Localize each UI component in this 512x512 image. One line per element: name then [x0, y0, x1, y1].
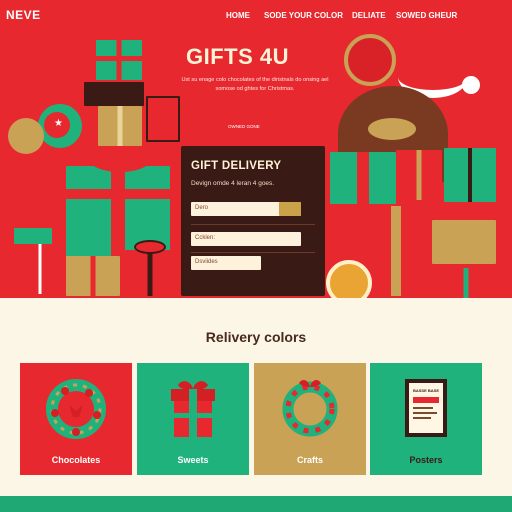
nav-sowed-gheur[interactable]: SOWED GHEUR	[396, 11, 457, 20]
gift-box-icon	[66, 256, 120, 296]
gift-box-icon	[14, 228, 52, 244]
gift-box-icon	[330, 152, 396, 204]
tile-posters[interactable]: BASSE BASE Posters	[370, 363, 482, 475]
bow-icon	[134, 240, 166, 254]
divider	[191, 252, 315, 253]
tile-crafts[interactable]: Crafts	[254, 363, 366, 475]
footer-bar	[0, 496, 512, 512]
tile-label: Sweets	[177, 455, 209, 465]
gift-box-icon	[122, 250, 178, 296]
gift-box-icon	[171, 381, 215, 437]
field-button[interactable]	[279, 202, 301, 216]
hero-tagline: OWNED GONE	[228, 124, 260, 129]
divider	[191, 224, 315, 225]
form-field-ccklen[interactable]: Ccklen:	[191, 232, 301, 246]
gift-box-icon	[432, 220, 496, 264]
nav-deliate[interactable]: DELIATE	[352, 11, 386, 20]
orange-slice-icon	[326, 260, 372, 298]
hero-subtitle: Ust su enage colo chocolates of the diri…	[181, 77, 329, 92]
gift-box-icon	[444, 148, 496, 202]
gift-box-icon	[440, 268, 492, 298]
gift-box-icon	[396, 150, 442, 200]
field-label: Dero	[195, 205, 209, 211]
bow-icon	[368, 118, 416, 140]
gift-box-icon	[14, 240, 66, 294]
nav-home[interactable]: HOME	[226, 11, 250, 20]
ornament-icon	[8, 118, 44, 154]
gift-box-icon	[146, 96, 180, 142]
hero-title: GIFTS 4U	[186, 44, 290, 69]
bow-icon	[104, 30, 120, 40]
poster-heading: BASSE BASE	[412, 388, 439, 393]
brand-logo[interactable]: NEVE	[6, 8, 41, 22]
tile-label: Chocolates	[51, 455, 101, 465]
ornament-icon	[344, 34, 396, 86]
tile-label: Posters	[409, 455, 443, 465]
field-label: Ccklen:	[195, 235, 216, 241]
form-field-dsviides[interactable]: Dsviides	[191, 256, 261, 270]
hero-banner: ★ NEVE HOME SODE YOUR COLOR DELIATE SOWE…	[0, 0, 512, 298]
star-icon: ★	[54, 118, 63, 129]
poster-icon	[405, 379, 447, 437]
gift-box-icon	[84, 82, 144, 106]
form-title: GIFT DELIVERY	[191, 160, 282, 172]
tile-label: Crafts	[296, 455, 323, 465]
pompom-icon	[462, 76, 480, 94]
bow-icon	[90, 148, 150, 172]
top-nav: HOME SODE YOUR COLOR DELIATE SOWED GHEUR	[224, 11, 510, 23]
tile-sweets[interactable]: Sweets	[137, 363, 249, 475]
field-label: Dsviides	[195, 259, 218, 265]
gift-delivery-form: GIFT DELIVERY Devign omde 4 leran 4 goes…	[181, 146, 325, 296]
form-subtitle: Devign omde 4 leran 4 goes.	[191, 180, 275, 187]
wreath-icon	[46, 379, 106, 439]
form-field-dero[interactable]: Dero	[191, 202, 301, 216]
section-title: Relivery colors	[205, 329, 307, 345]
gift-box-icon	[98, 106, 142, 146]
gift-box-icon	[96, 40, 142, 80]
nav-your-color[interactable]: SODE YOUR COLOR	[264, 11, 343, 20]
wreath-icon	[282, 380, 338, 437]
tile-chocolates[interactable]: Chocolates	[20, 363, 132, 475]
